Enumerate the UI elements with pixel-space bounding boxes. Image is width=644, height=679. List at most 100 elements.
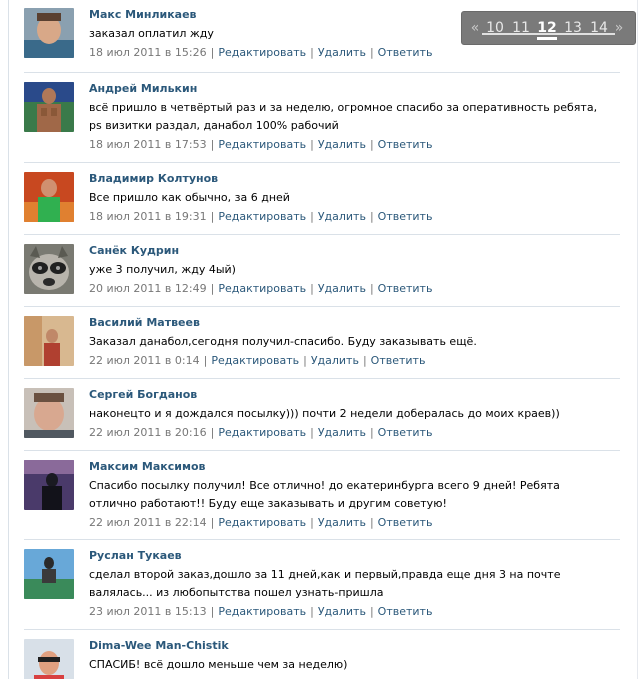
avatar[interactable] (24, 460, 74, 510)
delete-link[interactable]: Удалить (318, 516, 366, 529)
avatar[interactable] (24, 8, 74, 58)
reply-link[interactable]: Ответить (371, 354, 426, 367)
edit-link[interactable]: Редактировать (218, 282, 306, 295)
reply-link[interactable]: Ответить (378, 605, 433, 618)
comment-meta: 22 июл 2011 в 0:14 | Редактировать | Удалить… (89, 354, 620, 368)
edit-link[interactable]: Редактировать (218, 138, 306, 151)
reply-link[interactable]: Ответить (378, 426, 433, 439)
reply-link[interactable]: Ответить (378, 138, 433, 151)
comment-item: Василий Матвеев Заказал данабол,сегодня … (24, 307, 620, 379)
comment-item: Сергей Богданов наконецто и я дождался п… (24, 379, 620, 451)
avatar-photo-icon (24, 316, 74, 366)
avatar[interactable] (24, 549, 74, 599)
comment-item: Владимир Колтунов Все пришло как обычно,… (24, 163, 620, 235)
comment-author[interactable]: Василий Матвеев (89, 316, 620, 330)
comment-author[interactable]: Сергей Богданов (89, 388, 620, 402)
avatar-photo-icon (24, 388, 74, 438)
delete-link[interactable]: Удалить (318, 605, 366, 618)
comment-author[interactable]: Dima-Wee Man-Chistik (89, 639, 620, 653)
comment-meta: 18 июл 2011 в 19:31 | Редактировать | Удалит… (89, 210, 620, 224)
avatar[interactable] (24, 244, 74, 294)
avatar[interactable] (24, 388, 74, 438)
pager-page[interactable]: 11 (508, 21, 534, 35)
meta-separator: | (310, 516, 314, 529)
avatar-photo-icon (24, 460, 74, 510)
avatar-photo-icon (24, 549, 74, 599)
comment-text: Все пришло как обычно, за 6 дней (89, 191, 290, 204)
meta-separator: | (303, 354, 307, 367)
meta-separator: | (362, 354, 367, 367)
delete-link[interactable]: Удалить (318, 282, 366, 295)
avatar[interactable] (24, 639, 74, 679)
comment-date: 22 июл 2011 в 22:14 (89, 516, 207, 529)
comment-meta: 22 июл 2011 в 22:14 | Редактировать | Удалит… (89, 516, 620, 530)
edit-link[interactable]: Редактировать (218, 46, 306, 59)
delete-link[interactable]: Удалить (318, 210, 366, 223)
meta-separator: | (369, 138, 374, 151)
reply-link[interactable]: Ответить (378, 516, 433, 529)
comment-meta: 18 июл 2011 в 17:53 | Редактировать | Удалит… (89, 138, 620, 152)
edit-link[interactable]: Редактировать (218, 210, 306, 223)
right-border (637, 0, 638, 679)
comment-author[interactable]: Владимир Колтунов (89, 172, 620, 186)
comment-meta: 22 июл 2011 в 20:16 | Редактировать | Удалит… (89, 426, 620, 440)
comment-date: 18 июл 2011 в 17:53 (89, 138, 207, 151)
comment-text: уже 3 получил, жду 4ый) (89, 263, 236, 276)
meta-separator: | (310, 138, 314, 151)
meta-separator: | (369, 282, 374, 295)
avatar-photo-icon (24, 82, 74, 132)
pager-page[interactable]: 13 (560, 21, 586, 35)
avatar[interactable] (24, 172, 74, 222)
meta-separator: | (369, 605, 374, 618)
meta-separator: | (210, 516, 215, 529)
reply-link[interactable]: Ответить (378, 210, 433, 223)
delete-link[interactable]: Удалить (318, 46, 366, 59)
comment-text: Спасибо посылку получил! Все отлично! до… (89, 479, 560, 510)
comment-text: СПАСИБ! всё дошло меньше чем за неделю) (89, 658, 348, 671)
comment-text: сделал второй заказ,дошло за 11 дней,как… (89, 568, 561, 599)
reply-link[interactable]: Ответить (378, 282, 433, 295)
comment-author[interactable]: Андрей Милькин (89, 82, 620, 96)
comment-text: всё пришло в четвёртый раз и за неделю, … (89, 101, 598, 132)
avatar-photo-icon (24, 639, 74, 679)
meta-separator: | (210, 605, 215, 618)
delete-link[interactable]: Удалить (311, 354, 359, 367)
avatar[interactable] (24, 82, 74, 132)
comment-item: Андрей Милькин всё пришло в четвёртый ра… (24, 73, 620, 163)
comment-text: Заказал данабол,сегодня получил-спасибо.… (89, 335, 477, 348)
left-border (8, 0, 9, 679)
delete-link[interactable]: Удалить (318, 426, 366, 439)
edit-link[interactable]: Редактировать (218, 605, 306, 618)
pager-prev-button[interactable]: « (468, 20, 482, 36)
comments-list: Макс Минликаев заказал оплатил жду 18 ию… (24, 0, 620, 679)
comment-meta: 18 июл 2011 в 15:26 | Редактировать | Удалит… (89, 46, 620, 60)
meta-separator: | (369, 210, 374, 223)
comment-author[interactable]: Санёк Кудрин (89, 244, 620, 258)
edit-link[interactable]: Редактировать (211, 354, 299, 367)
meta-separator: | (310, 282, 314, 295)
avatar-photo-icon (24, 8, 74, 58)
pager-page[interactable]: 14 (586, 21, 612, 35)
avatar[interactable] (24, 316, 74, 366)
meta-separator: | (203, 354, 208, 367)
meta-separator: | (369, 426, 374, 439)
comment-date: 18 июл 2011 в 19:31 (89, 210, 207, 223)
raccoon-icon (24, 244, 74, 294)
meta-separator: | (210, 46, 215, 59)
edit-link[interactable]: Редактировать (218, 426, 306, 439)
comment-date: 18 июл 2011 в 15:26 (89, 46, 207, 59)
comment-author[interactable]: Максим Максимов (89, 460, 620, 474)
pager-page[interactable]: 10 (482, 21, 508, 35)
comment-author[interactable]: Руслан Тукаев (89, 549, 620, 563)
edit-link[interactable]: Редактировать (218, 516, 306, 529)
comment-meta: 23 июл 2011 в 15:13 | Редактировать | Удалит… (89, 605, 620, 619)
pager-page-current[interactable]: 12 (534, 21, 560, 40)
delete-link[interactable]: Удалить (318, 138, 366, 151)
comment-text: наконецто и я дождался посылку))) почти … (89, 407, 560, 420)
comments-page: Макс Минликаев заказал оплатил жду 18 ию… (0, 0, 644, 679)
meta-separator: | (210, 210, 215, 223)
meta-separator: | (310, 210, 314, 223)
reply-link[interactable]: Ответить (378, 46, 433, 59)
meta-separator: | (310, 426, 314, 439)
comment-date: 23 июл 2011 в 15:13 (89, 605, 207, 618)
